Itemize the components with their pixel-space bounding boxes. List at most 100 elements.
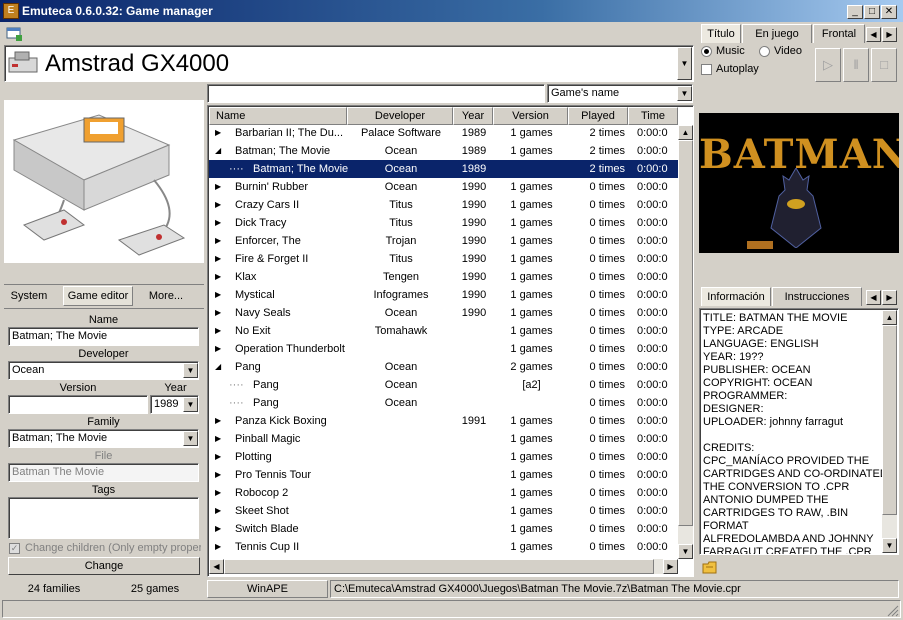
expand-icon[interactable]: ▶ [215,304,223,322]
media-tab-next-button[interactable]: ▶ [882,27,897,42]
column-time-header[interactable]: Time [628,107,678,125]
change-button[interactable]: Change [8,557,200,575]
close-button[interactable]: ✕ [881,5,897,19]
game-row[interactable]: ▶ Enforcer, The Trojan 1990 1 games 0 times 0:… [209,232,678,250]
game-row[interactable]: ▶ Crazy Cars II Titus 1990 1 games 0 times 0:0… [209,196,678,214]
game-row[interactable]: ▶ Pro Tennis Tour 1 games 0 times 0:00:0 [209,466,678,484]
vertical-scroll-thumb[interactable] [678,140,693,526]
column-year-header[interactable]: Year [453,107,493,125]
game-row[interactable]: ▶ Tennis Cup II 1 games 0 times 0:00:0 [209,538,678,556]
game-row[interactable]: ▶ Barbarian II; The Du... Palace Software 1… [209,124,678,142]
expand-icon[interactable]: ▶ [215,124,223,142]
expand-icon[interactable]: ▶ [215,322,223,340]
video-radio[interactable] [759,46,770,57]
game-row[interactable]: ▶ Dick Tracy Titus 1990 1 games 0 times 0:00:0 [209,214,678,232]
expand-icon[interactable]: ▶ [215,502,223,520]
tab-more[interactable]: More... [140,288,192,304]
family-dropdown-button[interactable]: ▼ [183,431,198,446]
column-developer-header[interactable]: Developer [347,107,453,125]
game-row[interactable]: ◢ Pang Ocean 2 games 0 times 0:00:0 [209,358,678,376]
game-row[interactable]: ▶ Mystical Infogrames 1990 1 games 0 times 0:0… [209,286,678,304]
folder-icon[interactable] [702,560,718,575]
game-row[interactable]: ▶ Pinball Magic 1 games 0 times 0:00:0 [209,430,678,448]
maximize-button[interactable]: □ [864,5,880,19]
expand-icon[interactable]: ▶ [215,214,223,232]
game-row[interactable]: ···· Pang Ocean 0 times 0:00:0 [209,394,678,412]
tab-instrucciones[interactable]: Instrucciones [772,287,862,306]
emulator-button[interactable]: WinAPE [207,580,328,598]
tab-en-juego[interactable]: En juego [742,24,812,43]
version-field[interactable] [8,395,148,414]
horizontal-scroll-thumb[interactable] [224,559,654,574]
game-row[interactable]: ▶ Fire & Forget II Titus 1990 1 games 0 times… [209,250,678,268]
expand-icon[interactable]: ▶ [215,412,223,430]
info-text-area[interactable]: TITLE: BATMAN THE MOVIE TYPE: ARCADE LANGU… [699,308,899,555]
column-played-header[interactable]: Played [568,107,628,125]
developer-field[interactable]: Ocean [8,361,199,380]
name-field[interactable]: Batman; The Movie [8,327,199,346]
system-dropdown-button[interactable]: ▼ [677,47,692,80]
music-radio[interactable] [701,46,712,57]
expand-icon[interactable]: ▶ [215,538,223,556]
game-row[interactable]: ▶ Switch Blade 1 games 0 times 0:00:0 [209,520,678,538]
developer-dropdown-button[interactable]: ▼ [183,363,198,378]
expand-icon[interactable]: ▶ [215,250,223,268]
stop-button[interactable]: □ [871,48,897,82]
game-row[interactable]: ▶ Burnin' Rubber Ocean 1990 1 games 0 times 0:… [209,178,678,196]
game-row[interactable]: ▶ Operation Thunderbolt 1 games 0 times 0:00… [209,340,678,358]
game-row[interactable]: ···· Batman; The Movie Ocean 1989 2 times 0:0… [209,160,678,178]
tab-game-editor[interactable]: Game editor [63,286,133,306]
info-scroll-thumb[interactable] [882,325,897,515]
game-row[interactable]: ▶ Panza Kick Boxing 1991 1 games 0 times 0:00… [209,412,678,430]
tab-titulo[interactable]: Título [701,24,741,43]
autoplay-checkbox[interactable] [701,64,712,75]
game-row[interactable]: ◢ Batman; The Movie Ocean 1989 1 games 2 time… [209,142,678,160]
expand-icon[interactable]: ▶ [215,286,223,304]
game-row[interactable]: ▶ Robocop 2 1 games 0 times 0:00:0 [209,484,678,502]
resize-grip-icon[interactable] [886,604,899,617]
scroll-down-button[interactable]: ▼ [678,544,693,559]
column-version-header[interactable]: Version [493,107,568,125]
collapse-icon[interactable]: ◢ [215,142,223,160]
game-row[interactable]: ▶ Klax Tengen 1990 1 games 0 times 0:00:0 [209,268,678,286]
search-filter-dropdown-button[interactable]: ▼ [677,86,692,101]
tab-frontal[interactable]: Frontal [813,24,865,43]
column-name-header[interactable]: Name [209,107,347,125]
info-tab-prev-button[interactable]: ◀ [866,290,881,305]
expand-icon[interactable]: ▶ [215,466,223,484]
info-scroll-up-button[interactable]: ▲ [882,310,897,325]
change-children-checkbox[interactable]: ✓ [9,543,20,554]
game-row[interactable]: ▶ No Exit Tomahawk 1 games 0 times 0:00:0 [209,322,678,340]
tab-informacion[interactable]: Información [701,287,771,306]
expand-icon[interactable]: ▶ [215,448,223,466]
expand-icon[interactable]: ▶ [215,430,223,448]
scroll-left-button[interactable]: ◀ [209,559,224,574]
expand-icon[interactable]: ▶ [215,268,223,286]
info-tab-next-button[interactable]: ▶ [882,290,897,305]
minimize-button[interactable]: _ [847,5,863,19]
pause-button[interactable]: ‖ [843,48,869,82]
info-scroll-down-button[interactable]: ▼ [882,538,897,553]
tags-textarea[interactable] [8,497,199,539]
expand-icon[interactable]: ▶ [215,340,223,358]
game-row[interactable]: ···· Pang Ocean [a2] 0 times 0:00:0 [209,376,678,394]
tab-system[interactable]: System [6,288,52,304]
game-row[interactable]: ▶ Skeet Shot 1 games 0 times 0:00:0 [209,502,678,520]
game-list[interactable]: Name Developer Year Version Played Time … [207,105,694,577]
game-row[interactable]: ▶ Plotting 1 games 0 times 0:00:0 [209,448,678,466]
expand-icon[interactable]: ▶ [215,196,223,214]
play-button[interactable]: ▷ [815,48,841,82]
scroll-up-button[interactable]: ▲ [678,125,693,140]
expand-icon[interactable]: ▶ [215,178,223,196]
expand-icon[interactable]: ▶ [215,520,223,538]
expand-icon[interactable]: ▶ [215,232,223,250]
collapse-icon[interactable]: ◢ [215,358,223,376]
year-dropdown-button[interactable]: ▼ [183,397,198,412]
add-icon[interactable] [6,26,24,42]
media-tab-prev-button[interactable]: ◀ [866,27,881,42]
game-row[interactable]: ▶ Navy Seals Ocean 1990 1 games 0 times 0:00:0 [209,304,678,322]
scroll-right-button[interactable]: ▶ [663,559,678,574]
family-field[interactable]: Batman; The Movie [8,429,199,448]
search-input[interactable] [207,84,545,103]
search-filter-select[interactable]: Game's name [547,84,693,103]
